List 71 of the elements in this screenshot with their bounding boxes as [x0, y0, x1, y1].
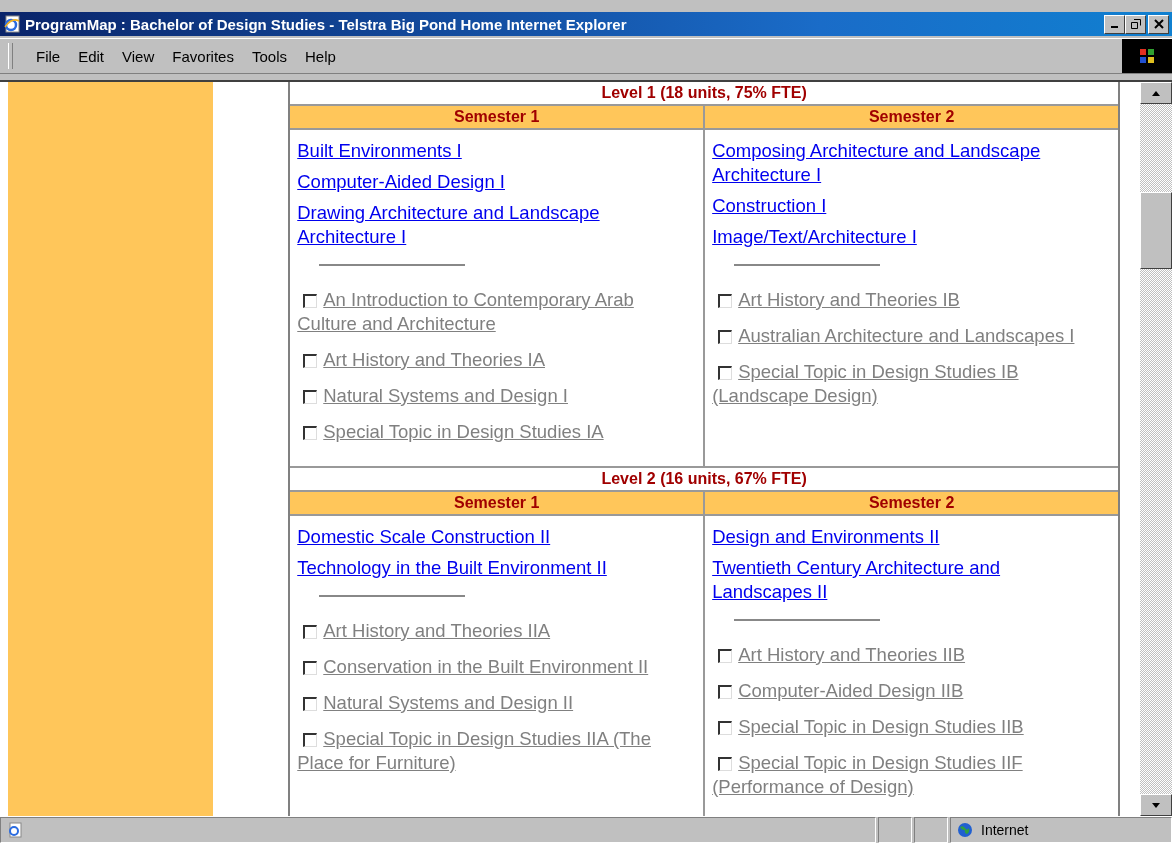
checkbox[interactable]	[303, 661, 318, 675]
checkbox[interactable]	[303, 733, 318, 747]
status-pane	[878, 817, 912, 843]
elective-link[interactable]: An Introduction to Contemporary Arab Culture and Architecture	[297, 288, 674, 336]
course-link[interactable]: Computer-Aided Design I	[297, 170, 674, 194]
checkbox[interactable]	[303, 390, 318, 404]
elective-link[interactable]: Natural Systems and Design II	[297, 691, 674, 715]
menu-item[interactable]: Tools	[242, 47, 296, 65]
checkbox[interactable]	[718, 685, 733, 699]
status-pane	[914, 817, 948, 843]
elective-link[interactable]: Special Topic in Design Studies IIB	[712, 715, 1089, 739]
course-link[interactable]: Image/Text/Architecture I	[712, 225, 1089, 249]
checkbox[interactable]	[303, 294, 318, 308]
checkbox[interactable]	[718, 366, 733, 380]
checkbox[interactable]	[303, 697, 318, 711]
restore-button[interactable]	[1125, 14, 1146, 34]
scroll-up-button[interactable]	[1140, 82, 1172, 104]
window-title: ProgramMap : Bachelor of Design Studies - Telstra Big Pond Home Internet Explorer	[25, 15, 627, 33]
page-icon	[7, 822, 23, 838]
elective-link[interactable]: Special Topic in Design Studies IA	[297, 420, 674, 444]
semester-heading: Semester 2	[705, 106, 1119, 130]
scrollbar[interactable]	[1140, 82, 1172, 816]
course-link[interactable]: Technology in the Built Environment II	[297, 556, 674, 580]
course-link[interactable]: Construction I	[712, 194, 1089, 218]
semester-heading: Semester 1	[290, 106, 704, 130]
semester-heading: Semester 1	[290, 492, 704, 516]
up-arrow-icon	[1152, 90, 1160, 96]
checkbox[interactable]	[718, 294, 733, 308]
course-link[interactable]: Composing Architecture and Landscape Architecture I	[712, 139, 1089, 187]
checkbox[interactable]	[718, 757, 733, 771]
checkbox[interactable]	[718, 721, 733, 735]
menu-item[interactable]: View	[113, 47, 164, 65]
menu-item[interactable]: Favorites	[163, 47, 243, 65]
course-link[interactable]: Design and Environments II	[712, 525, 1089, 549]
menu-item[interactable]: Edit	[69, 47, 114, 65]
checkbox[interactable]	[303, 625, 318, 639]
globe-icon	[957, 822, 973, 838]
elective-link[interactable]: Australian Architecture and Landscapes I	[712, 324, 1089, 348]
scroll-down-button[interactable]	[1140, 794, 1172, 816]
checkbox[interactable]	[718, 649, 733, 663]
course-link[interactable]: Domestic Scale Construction II	[297, 525, 674, 549]
zone-label: Internet	[981, 822, 1029, 838]
semester-heading: Semester 2	[705, 492, 1119, 516]
close-button[interactable]	[1148, 14, 1169, 34]
elective-link[interactable]: Natural Systems and Design I	[297, 384, 674, 408]
course-link[interactable]: Twentieth Century Architecture and Landscapes II	[712, 556, 1089, 604]
elective-link[interactable]: Art History and Theories IA	[297, 348, 674, 372]
checkbox[interactable]	[303, 354, 318, 368]
minimize-button[interactable]	[1104, 14, 1125, 34]
menu-item[interactable]: File	[27, 47, 70, 65]
menu-item[interactable]: Help	[296, 47, 345, 65]
minimize-icon	[1111, 26, 1118, 28]
down-arrow-icon	[1152, 802, 1160, 808]
elective-link[interactable]: Art History and Theories IIB	[712, 643, 1089, 667]
elective-link[interactable]: Special Topic in Design Studies IIF (Performance of Design)	[712, 751, 1089, 799]
elective-link[interactable]: Computer-Aided Design IIB	[712, 679, 1089, 703]
checkbox[interactable]	[303, 426, 318, 440]
course-link[interactable]: Built Environments I	[297, 139, 674, 163]
checkbox[interactable]	[718, 330, 733, 344]
level-heading: Level 2 (16 units, 67% FTE)	[290, 466, 1119, 492]
restore-icon	[1130, 19, 1141, 29]
close-icon	[1153, 19, 1164, 29]
course-link[interactable]: Drawing Architecture and Landscape Architecture I	[297, 201, 674, 249]
elective-link[interactable]: Art History and Theories IIA	[297, 619, 674, 643]
elective-link[interactable]: Conservation in the Built Environment II	[297, 655, 674, 679]
browser-icon	[3, 15, 21, 33]
windows-flag-icon	[1137, 46, 1157, 66]
elective-link[interactable]: Special Topic in Design Studies IB (Landscape Design)	[712, 360, 1089, 408]
elective-link[interactable]: Art History and Theories IB	[712, 288, 1089, 312]
elective-link[interactable]: Special Topic in Design Studies IIA (The Place for Furniture)	[297, 727, 674, 775]
scroll-thumb[interactable]	[1140, 192, 1172, 269]
